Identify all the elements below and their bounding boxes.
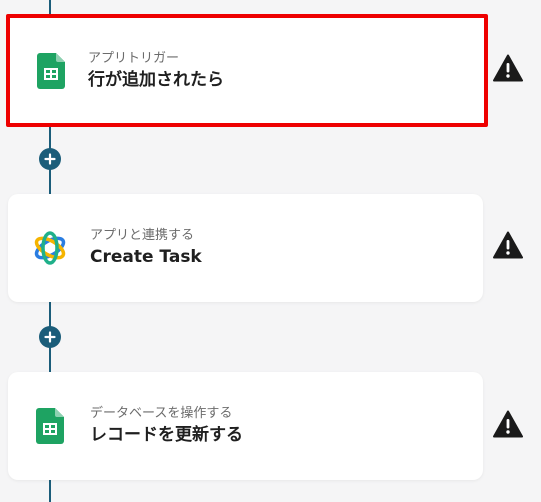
plus-icon bbox=[44, 331, 56, 343]
flow-step-database-card[interactable]: データベースを操作する レコードを更新する bbox=[8, 372, 483, 480]
flow-step-title: Create Task bbox=[90, 247, 202, 267]
flow-step-app-card[interactable]: アプリと連携する Create Task bbox=[8, 194, 483, 302]
flow-step-text: アプリと連携する Create Task bbox=[90, 227, 202, 269]
flow-step-text: データベースを操作する レコードを更新する bbox=[90, 405, 243, 447]
flow-step-title: 行が追加されたら bbox=[88, 69, 224, 90]
flow-step-title: レコードを更新する bbox=[90, 425, 243, 445]
flow-step-subtitle: データベースを操作する bbox=[90, 406, 233, 421]
flow-step-subtitle: アプリトリガー bbox=[88, 50, 180, 66]
task-app-logo-icon bbox=[32, 230, 68, 266]
google-sheets-icon bbox=[36, 408, 64, 444]
flow-step-text: アプリトリガー 行が追加されたら bbox=[88, 50, 224, 92]
plus-icon bbox=[44, 153, 56, 165]
add-step-button[interactable] bbox=[39, 148, 61, 170]
flow-step-subtitle: アプリと連携する bbox=[90, 228, 195, 243]
warning-icon[interactable] bbox=[493, 231, 523, 259]
add-step-button[interactable] bbox=[39, 326, 61, 348]
google-sheets-icon bbox=[37, 52, 65, 89]
flow-step-trigger-card[interactable]: アプリトリガー 行が追加されたら bbox=[6, 14, 488, 127]
warning-icon[interactable] bbox=[493, 410, 523, 438]
warning-icon[interactable] bbox=[493, 54, 523, 82]
